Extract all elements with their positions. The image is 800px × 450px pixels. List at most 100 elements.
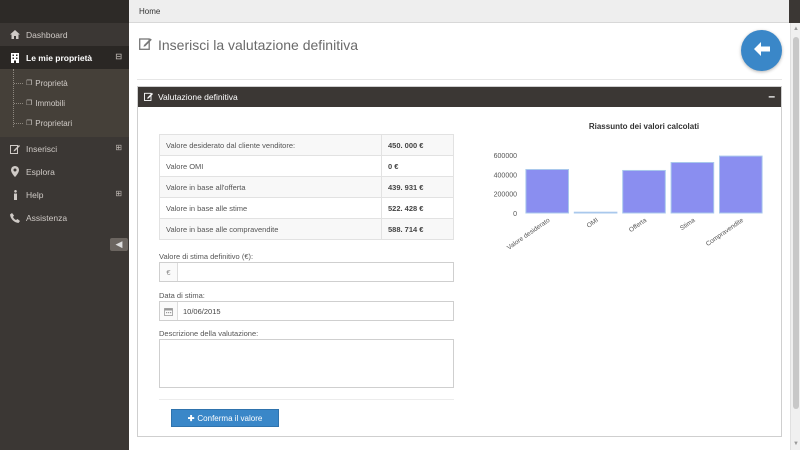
x-tick-label: Offerta xyxy=(628,217,649,234)
sidebar: Dashboard Le mie proprietà ⊟ ❐ Proprietà… xyxy=(0,0,129,450)
sidebar-item-label: Le mie proprietà xyxy=(26,52,93,63)
row-label: Valore desiderato dal cliente venditore: xyxy=(159,134,382,156)
sidebar-subitem-proprietari[interactable]: ❐ Proprietari xyxy=(0,113,129,133)
sidebar-item-label: Assistenza xyxy=(26,212,68,223)
sidebar-item-label: Dashboard xyxy=(26,29,68,40)
form-divider xyxy=(159,399,454,400)
riassunto-chart: Riassunto dei valori calcolati 0 200000 400… xyxy=(494,122,763,252)
bar xyxy=(670,161,715,214)
sidebar-item-inserisci[interactable]: Inserisci ⊞ xyxy=(0,137,129,160)
sidebar-subitem-proprieta[interactable]: ❐ Proprietà xyxy=(0,73,129,93)
arrow-circle-left-icon: ◀ xyxy=(115,239,123,249)
descrizione-textarea[interactable] xyxy=(159,339,454,388)
sidebar-subitem-label: Proprietari xyxy=(35,118,73,128)
scroll-up-icon[interactable]: ▲ xyxy=(793,26,799,32)
row-label: Valore in base alle compravendite xyxy=(159,218,382,240)
table-row: Valore in base all'offerta 439. 931 € xyxy=(159,176,454,198)
sidebar-item-esplora[interactable]: Esplora xyxy=(0,160,129,183)
collapse-minus-icon[interactable]: ⊟ xyxy=(115,52,122,61)
home-icon xyxy=(9,30,21,39)
phone-icon xyxy=(9,212,21,223)
y-tick-label: 200000 xyxy=(494,192,517,199)
sidebar-item-label: Esplora xyxy=(26,166,55,177)
submenu-le-mie-proprieta: ❐ Proprietà ❐ Immobili ❐ Proprietari xyxy=(0,69,129,137)
sidebar-subitem-label: Proprietà xyxy=(35,78,68,88)
copy-icon: ❐ xyxy=(26,80,33,87)
row-value: 450. 000 € xyxy=(381,134,454,156)
stima-input[interactable] xyxy=(178,263,453,281)
table-row: Valore in base alle compravendite 588. 7… xyxy=(159,218,454,240)
row-value: 588. 714 € xyxy=(381,218,454,240)
row-value: 522. 428 € xyxy=(381,197,454,219)
calendar-icon xyxy=(160,302,178,320)
expand-plus-icon[interactable]: ⊞ xyxy=(115,143,122,152)
map-marker-icon xyxy=(9,166,21,177)
panel-header: Valutazione definitiva – xyxy=(138,87,781,107)
y-tick-label: 600000 xyxy=(494,153,517,160)
stima-input-group: € xyxy=(159,262,454,282)
tree-branch xyxy=(14,123,23,124)
x-tick-label: Compravendite xyxy=(705,217,745,248)
edit-icon xyxy=(144,92,153,103)
tree-branch xyxy=(14,83,23,84)
row-value: 439. 931 € xyxy=(381,176,454,198)
breadcrumb-home-link[interactable]: Home xyxy=(139,7,160,16)
page-divider xyxy=(137,79,782,80)
main-content: Inserisci la valutazione definitiva Valu… xyxy=(129,23,790,450)
info-icon xyxy=(9,189,21,200)
copy-icon: ❐ xyxy=(26,120,33,127)
sidebar-item-label: Inserisci xyxy=(26,143,58,154)
bar xyxy=(525,169,569,214)
edit-icon xyxy=(139,37,152,53)
sidebar-item-help[interactable]: Help ⊞ xyxy=(0,183,129,206)
sidebar-subitem-label: Immobili xyxy=(35,98,66,108)
data-stima-input-group xyxy=(159,301,454,321)
sidebar-top-strip xyxy=(0,0,129,23)
conferma-button[interactable]: ✚ Conferma il valore xyxy=(171,409,279,427)
chart-title: Riassunto dei valori calcolati xyxy=(589,122,699,131)
y-tick-label: 400000 xyxy=(494,172,517,179)
bar xyxy=(719,155,763,214)
row-label: Valore in base alle stime xyxy=(159,197,382,219)
sidebar-subitem-immobili[interactable]: ❐ Immobili xyxy=(0,93,129,113)
sidebar-item-label: Help xyxy=(26,189,44,200)
row-value: 0 € xyxy=(381,155,454,177)
stima-label: Valore di stima definitivo (€): xyxy=(159,252,254,261)
back-button[interactable] xyxy=(741,30,782,71)
plus-icon: ✚ xyxy=(187,413,195,423)
scroll-down-icon[interactable]: ▼ xyxy=(793,441,799,447)
data-stima-input[interactable] xyxy=(178,302,453,320)
x-tick-label: Valore desiderato xyxy=(506,217,552,252)
table-row: Valore in base alle stime 522. 428 € xyxy=(159,197,454,219)
copy-icon: ❐ xyxy=(26,100,33,107)
panel-title: Valutazione definitiva xyxy=(158,92,238,102)
bar xyxy=(573,211,618,214)
building-icon xyxy=(9,52,21,63)
y-tick-label: 0 xyxy=(513,211,517,218)
sidebar-collapse-button[interactable]: ◀ xyxy=(110,238,128,251)
expand-plus-icon[interactable]: ⊞ xyxy=(115,189,122,198)
page-title: Inserisci la valutazione definitiva xyxy=(139,37,358,53)
row-label: Valore in base all'offerta xyxy=(159,176,382,198)
x-tick-label: Stima xyxy=(679,217,697,232)
valutazione-panel: Valutazione definitiva – Valore desidera… xyxy=(137,86,782,437)
euro-icon: € xyxy=(160,263,178,281)
row-label: Valore OMI xyxy=(159,155,382,177)
descrizione-label: Descrizione della valutazione: xyxy=(159,329,259,338)
tree-branch xyxy=(14,103,23,104)
panel-collapse-button[interactable]: – xyxy=(768,89,775,103)
edit-icon xyxy=(9,144,21,154)
sidebar-item-dashboard[interactable]: Dashboard xyxy=(0,23,129,46)
scrollbar-thumb[interactable] xyxy=(793,37,799,409)
page-title-text: Inserisci la valutazione definitiva xyxy=(158,37,358,53)
page-scrollbar[interactable]: ▲ ▼ xyxy=(790,23,800,450)
table-row: Valore OMI 0 € xyxy=(159,155,454,177)
sidebar-item-le-mie-proprieta[interactable]: Le mie proprietà ⊟ xyxy=(0,46,129,69)
breadcrumb: Home xyxy=(129,0,789,23)
table-row: Valore desiderato dal cliente venditore:… xyxy=(159,134,454,156)
conferma-button-label: Conferma il valore xyxy=(197,413,263,423)
sidebar-item-assistenza[interactable]: Assistenza xyxy=(0,206,129,229)
arrow-left-icon xyxy=(753,39,770,62)
x-tick-label: OMI xyxy=(586,217,600,230)
values-table: Valore desiderato dal cliente venditore:… xyxy=(159,134,454,240)
